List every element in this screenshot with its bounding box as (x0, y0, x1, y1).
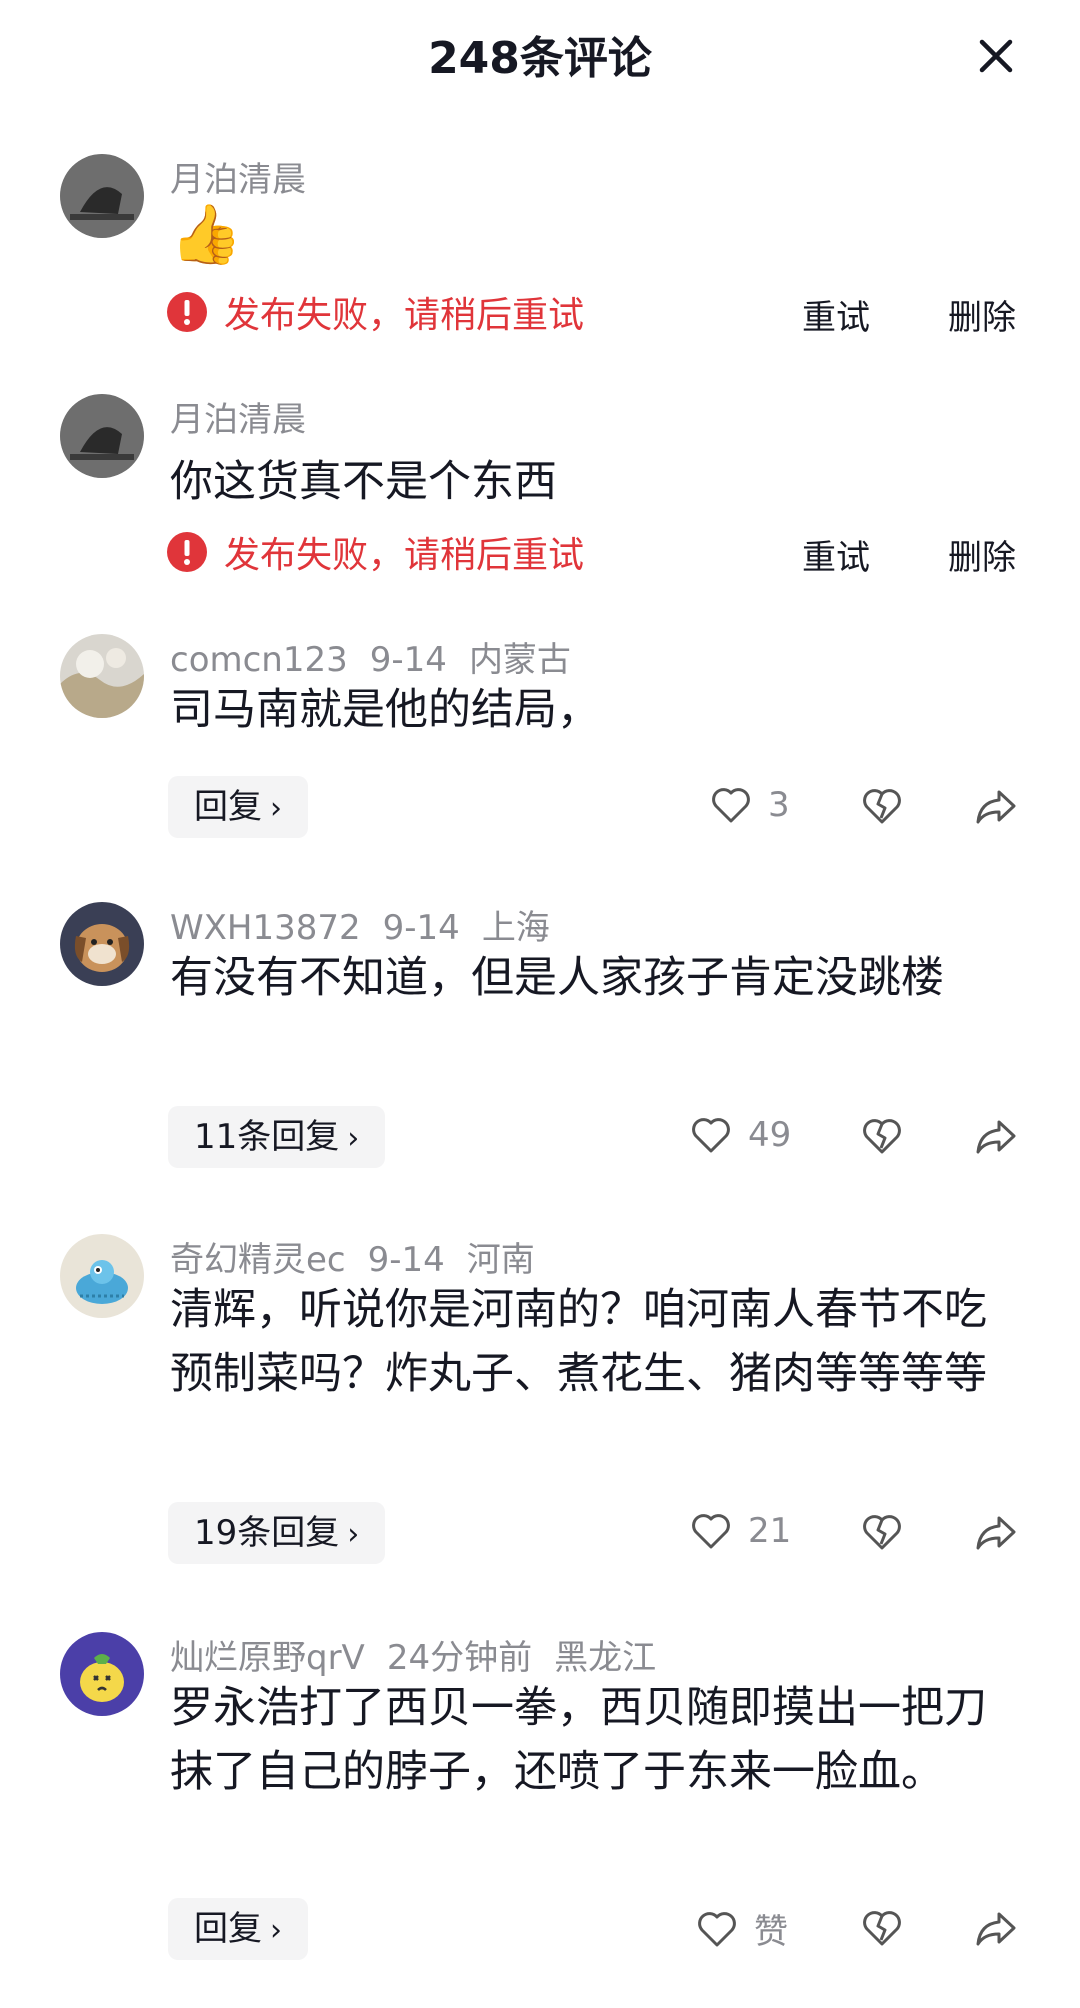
heart-icon (698, 1911, 736, 1946)
comment-meta: comcn123 9-14 内蒙古 (170, 632, 593, 681)
reply-label: 回复 (194, 1909, 262, 1949)
comment-text: 👍 (170, 200, 243, 268)
retry-button[interactable]: 重试 (802, 530, 870, 579)
comment-location: 上海 (481, 908, 550, 948)
like-button[interactable]: 赞 (694, 1904, 788, 1953)
comment-location: 内蒙古 (468, 640, 571, 680)
delete-button[interactable]: 删除 (948, 290, 1016, 339)
comment-date: 9-14 (382, 908, 460, 948)
comment-date: 24分钟前 (386, 1638, 533, 1678)
comments-header: 248条评论 (0, 0, 1080, 104)
avatar[interactable] (60, 394, 144, 478)
dislike-button[interactable] (858, 1508, 906, 1556)
publish-error: 发布失败，请稍后重试 (166, 286, 584, 338)
comment-username[interactable]: 灿烂原野qrV (170, 1638, 365, 1678)
comment-meta: WXH13872 9-14 上海 (170, 900, 572, 949)
comment-username[interactable]: comcn123 (170, 640, 348, 680)
reply-button[interactable]: 11条回复 › (168, 1106, 386, 1168)
comment-username[interactable]: 奇幻精灵ec (170, 1240, 346, 1280)
avatar[interactable] (60, 634, 144, 718)
error-text: 发布失败，请稍后重试 (224, 535, 585, 576)
like-count: 49 (748, 1115, 792, 1155)
like-button[interactable]: 49 (688, 1112, 791, 1158)
comment-meta: 奇幻精灵ec 9-14 河南 (170, 1232, 557, 1281)
comment-date: 9-14 (367, 1240, 445, 1280)
error-icon (167, 292, 207, 332)
comment-location: 黑龙江 (554, 1638, 657, 1678)
chevron-right-icon: › (270, 791, 282, 826)
broken-heart-icon (863, 789, 901, 824)
comment-username[interactable]: 月泊清晨 (170, 152, 306, 201)
reply-button[interactable]: 回复 › (168, 776, 308, 838)
broken-heart-icon (863, 1515, 901, 1550)
dislike-button[interactable] (858, 782, 906, 830)
chevron-right-icon: › (270, 1913, 282, 1948)
heart-icon (712, 788, 750, 823)
share-button[interactable] (972, 1508, 1020, 1556)
retry-button[interactable]: 重试 (802, 290, 870, 339)
dislike-button[interactable] (858, 1904, 906, 1952)
reply-label: 19条回复 (194, 1513, 340, 1553)
share-icon (976, 1516, 1016, 1550)
reply-label: 回复 (194, 787, 262, 827)
comment-text: 罗永浩打了西贝一拳，西贝随即摸出一把刀抹了自己的脖子，还喷了于东来一脸血。 (170, 1683, 987, 1797)
delete-button[interactable]: 删除 (948, 530, 1016, 579)
share-button[interactable] (972, 1112, 1020, 1160)
broken-heart-icon (863, 1911, 901, 1946)
publish-error: 发布失败，请稍后重试 (166, 526, 584, 578)
avatar[interactable] (60, 902, 144, 986)
dislike-button[interactable] (858, 1112, 906, 1160)
like-count: 21 (748, 1511, 792, 1551)
like-count: 3 (768, 785, 790, 825)
close-icon[interactable] (970, 30, 1022, 82)
avatar[interactable] (60, 154, 144, 238)
comment-meta: 灿烂原野qrV 24分钟前 黑龙江 (170, 1630, 678, 1679)
reply-label: 11条回复 (194, 1117, 340, 1157)
chevron-right-icon: › (347, 1121, 360, 1156)
comment-text: 你这货真不是个东西 (170, 457, 557, 507)
reply-button[interactable]: 回复 › (168, 1898, 308, 1960)
error-icon (167, 532, 207, 572)
chevron-right-icon: › (347, 1517, 360, 1552)
avatar[interactable] (60, 1632, 144, 1716)
share-icon (976, 1120, 1016, 1154)
comment-username[interactable]: WXH13872 (170, 908, 361, 948)
broken-heart-icon (863, 1119, 901, 1154)
avatar[interactable] (60, 1234, 144, 1318)
share-button[interactable] (972, 782, 1020, 830)
comment-text: 有没有不知道，但是人家孩子肯定没跳楼 (170, 953, 944, 1003)
reply-button[interactable]: 19条回复 › (168, 1502, 386, 1564)
comments-title: 248条评论 (428, 33, 652, 84)
heart-icon (692, 1514, 730, 1549)
like-button[interactable]: 3 (708, 782, 790, 828)
comment-date: 9-14 (369, 640, 447, 680)
comment-username[interactable]: 月泊清晨 (170, 392, 306, 441)
heart-icon (692, 1118, 730, 1153)
like-button[interactable]: 21 (688, 1508, 791, 1554)
comment-location: 河南 (466, 1240, 535, 1280)
comment-text: 司马南就是他的结局， (170, 685, 600, 735)
share-icon (976, 790, 1016, 824)
error-text: 发布失败，请稍后重试 (224, 295, 585, 336)
comment-text: 清辉，听说你是河南的？咱河南人春节不吃预制菜吗？炸丸子、煮花生、猪肉等等等等 (170, 1285, 987, 1399)
like-count: 赞 (754, 1912, 788, 1952)
share-icon (976, 1912, 1016, 1946)
share-button[interactable] (972, 1904, 1020, 1952)
